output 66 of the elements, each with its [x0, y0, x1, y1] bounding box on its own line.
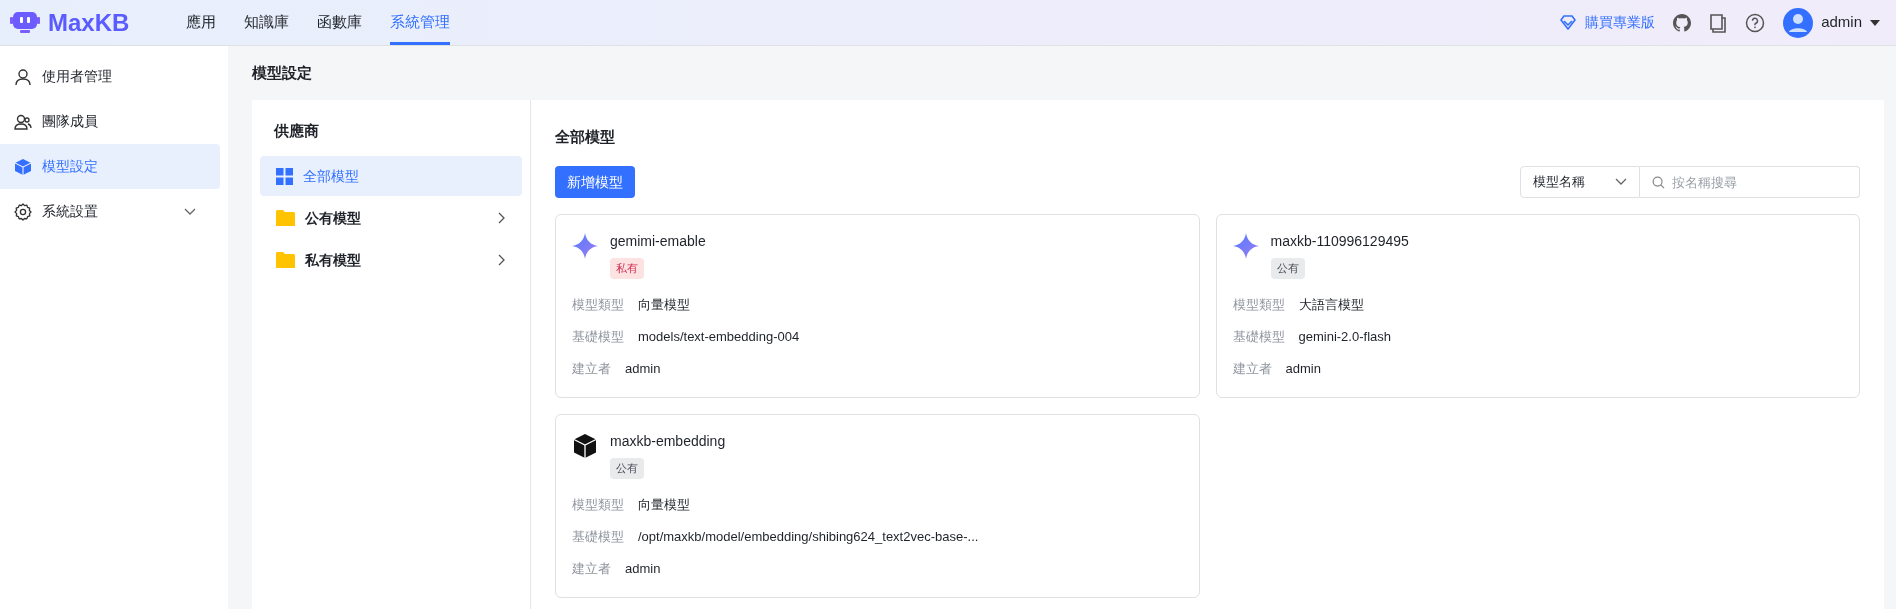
search-icon: [1652, 176, 1665, 189]
nav-tab[interactable]: 系統管理: [390, 0, 450, 45]
avatar-icon[interactable]: [1783, 7, 1814, 38]
folder-icon: [276, 252, 295, 268]
provider-item[interactable]: 全部模型: [260, 156, 522, 196]
field-value: models/text-embedding-004: [638, 327, 800, 346]
cube-icon: [572, 433, 598, 459]
model-card[interactable]: maxkb-embedding 公有 模型類型 向量模型 基礎模型 /opt/maxkb/model/embedding/shibing624_text2vec-base-... 建立者 admin: [555, 414, 1200, 598]
models-heading: 全部模型: [555, 127, 616, 147]
sparkle-icon: [1232, 233, 1259, 259]
field-label: 基礎模型: [572, 527, 624, 546]
provider-item[interactable]: 私有模型: [260, 240, 522, 280]
page-title: 模型設定: [252, 62, 313, 83]
nav-tab[interactable]: 應用: [186, 0, 216, 45]
sparkle-icon: [572, 233, 598, 259]
sidebar-item[interactable]: 團隊成員: [0, 99, 220, 144]
diamond-icon: [1559, 14, 1578, 31]
filter-dropdown[interactable]: 模型名稱: [1520, 166, 1640, 198]
field-value: admin: [625, 359, 661, 378]
field-value: 大語言模型: [1298, 295, 1364, 314]
field-value: admin: [1285, 359, 1321, 378]
sidebar-item[interactable]: 系統設置: [0, 189, 220, 234]
field-value: admin: [625, 559, 661, 578]
field-label: 建立者: [572, 359, 611, 378]
field-value: /opt/maxkb/model/embedding/shibing624_text2vec-base-...: [638, 527, 979, 546]
logo-icon: [10, 9, 40, 36]
field-value: 向量模型: [638, 295, 690, 314]
book-icon[interactable]: [1709, 12, 1728, 33]
field-label: 基礎模型: [1232, 327, 1285, 346]
user-name[interactable]: admin: [1821, 11, 1862, 34]
field-label: 模型類型: [572, 495, 624, 514]
model-card[interactable]: maxkb-110996129495 公有 模型類型 大語言模型 基礎模型 gemini-2.0-flash 建立者 admin: [1215, 214, 1860, 398]
nav-tab[interactable]: 知識庫: [244, 0, 289, 45]
nav-tab[interactable]: 函數庫: [317, 0, 362, 45]
visibility-tag: 公有: [610, 458, 644, 479]
model-name: maxkb-110996129495: [1270, 232, 1409, 251]
provider-item[interactable]: 公有模型: [260, 198, 522, 238]
chevron-down-icon: [1615, 178, 1627, 186]
model-card[interactable]: gemimi-emable 私有 模型類型 向量模型 基礎模型 models/text-embedding-004 建立者 admin: [555, 214, 1200, 398]
field-label: 基礎模型: [572, 327, 624, 346]
visibility-tag: 公有: [1270, 258, 1305, 279]
logo-text: MaxKB: [48, 7, 130, 38]
team-icon: [14, 112, 32, 131]
settings-icon: [14, 202, 32, 221]
sidebar-item[interactable]: 使用者管理: [0, 54, 220, 99]
field-label: 模型類型: [572, 295, 624, 314]
field-value: 向量模型: [638, 495, 690, 514]
user-icon: [14, 67, 32, 86]
providers-heading: 供應商: [272, 121, 320, 141]
caret-icon[interactable]: [1870, 19, 1880, 26]
grid-icon: [276, 167, 293, 185]
cube-icon: [14, 157, 32, 176]
model-name: gemimi-emable: [610, 232, 706, 251]
model-name: maxkb-embedding: [610, 432, 726, 451]
search-field[interactable]: 按名稱搜尋: [1640, 166, 1860, 198]
visibility-tag: 私有: [610, 258, 644, 279]
help-icon[interactable]: [1745, 12, 1766, 33]
field-label: 模型類型: [1232, 295, 1285, 314]
field-value: gemini-2.0-flash: [1298, 327, 1391, 346]
upgrade-link[interactable]: 購買專業版: [1559, 12, 1656, 33]
folder-icon: [276, 210, 295, 226]
sidebar-item[interactable]: 模型設定: [0, 144, 220, 189]
add-model-button[interactable]: 新增模型: [555, 166, 635, 198]
field-label: 建立者: [572, 559, 611, 578]
github-icon[interactable]: [1673, 13, 1692, 32]
field-label: 建立者: [1232, 359, 1272, 378]
